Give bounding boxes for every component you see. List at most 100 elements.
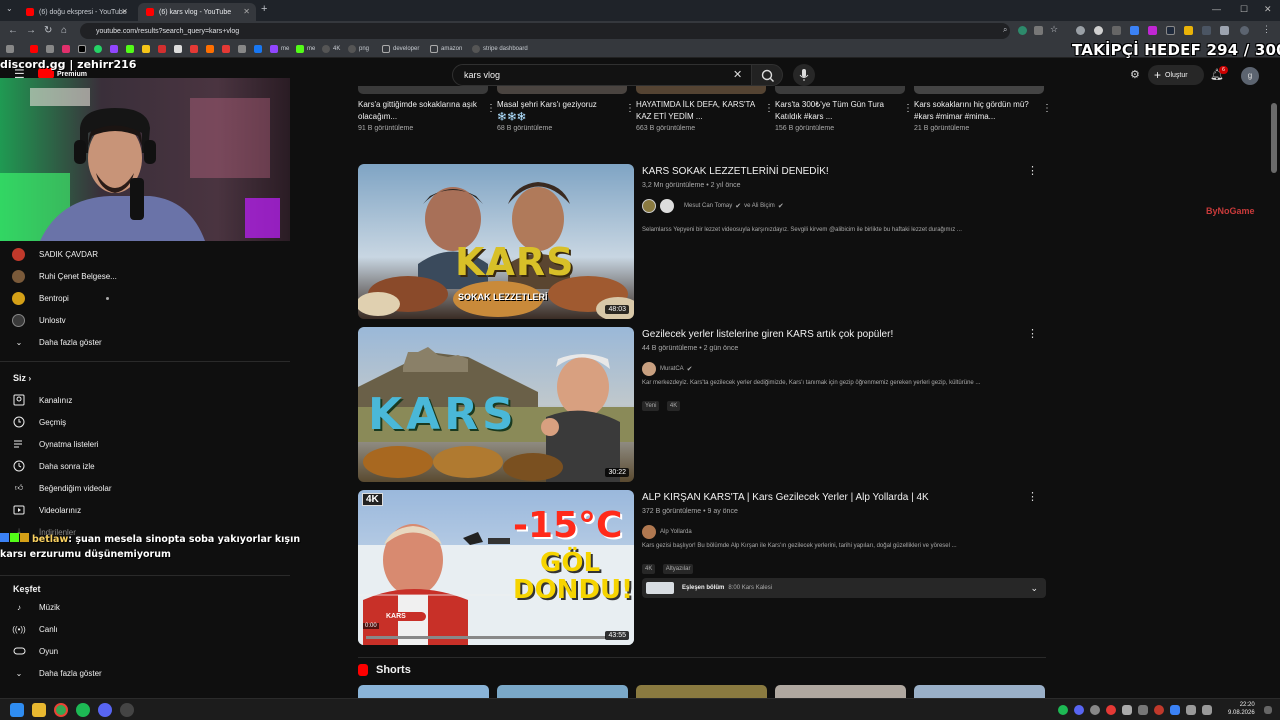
sidebar-item-bentropi[interactable]: Bentropi [12,290,109,306]
maximize-icon[interactable]: ☐ [1240,4,1248,15]
extension-icon[interactable] [1202,26,1211,35]
close-window-icon[interactable]: ✕ [1264,4,1272,15]
tray-icon[interactable] [1090,705,1100,715]
video-thumbnail[interactable]: KARS SOKAK LEZZETLERİ 48:03 [358,164,634,319]
bookmark-icon[interactable] [190,45,201,53]
video-result[interactable]: KARS SOKAK LEZZETLERİ 48:03 KARS SOKAK L… [358,164,1048,319]
video-thumbnail[interactable]: 4K -15°C GÖL DONDU! KARS 0:00 43:55 [358,490,634,645]
bookmark-icon[interactable] [46,45,57,53]
more-options-icon[interactable]: ⋮ [1042,103,1052,114]
thumbnail[interactable] [775,86,905,94]
bookmark-png[interactable]: png [348,45,369,53]
video-title[interactable]: ALP KIRŞAN KARS'TA | Kars Gezilecek Yerl… [642,492,929,503]
extension-icon[interactable] [1148,26,1157,35]
video-result[interactable]: KARS 30:22 Gezilecek yerler listelerine … [358,327,1048,482]
sidebar-item-music[interactable]: ♪ Müzik [12,599,60,615]
more-options-icon[interactable]: ⋮ [1027,327,1038,340]
search-button[interactable] [751,64,783,86]
channel-name[interactable]: Alp Yollarda [660,529,692,535]
video-card-small[interactable]: Masal şehri Kars'ı geziyoruz ❄️❄️❄️ 68 B… [497,99,635,132]
channel-name[interactable]: MuratCA [660,366,684,372]
file-explorer-icon[interactable] [32,703,46,717]
short-thumbnail[interactable] [914,685,1045,698]
bookmark-instagram[interactable] [62,45,73,53]
profile-icon[interactable] [1240,26,1249,35]
tab-kars-vlog[interactable]: (6) kars vlog - YouTube ✕ [138,3,256,21]
sidebar-item-liked-videos[interactable]: 👍︎ Beğendiğim videolar [12,480,112,496]
channel-name[interactable]: Mesut Can Tomay [684,203,732,209]
zoom-icon[interactable]: ⌕ [1003,25,1007,35]
bookmark-whatsapp[interactable] [94,45,105,53]
video-card-small[interactable]: HAYATIMDA İLK DEFA, KARS'TA KAZ ETİ YEDİ… [636,99,774,132]
video-title[interactable]: Kars'a gittiğimde sokaklarına aşık olaca… [358,99,488,123]
extensions-puzzle-icon[interactable] [1220,26,1229,35]
bookmark-amazon[interactable]: amazon [430,45,462,53]
bookmark-youtube[interactable] [30,45,41,53]
channel-avatar[interactable] [642,199,656,213]
video-card-small[interactable]: Kars'a gittiğimde sokaklarına aşık olaca… [358,99,496,132]
bookmark-x[interactable] [78,45,89,53]
video-title[interactable]: KARS SOKAK LEZZETLERİNİ DENEDİK! [642,166,829,177]
more-options-icon[interactable]: ⋮ [764,103,774,114]
tab-search-icon[interactable]: ⌄ [6,4,13,13]
thumbnail[interactable] [497,86,627,94]
apps-grid-icon[interactable] [6,45,17,53]
extension-icon[interactable] [1130,26,1139,35]
short-thumbnail[interactable] [358,685,489,698]
spotify-icon[interactable] [76,703,90,717]
bookmark-4k[interactable]: 4K [322,45,340,53]
sidebar-item-playlists[interactable]: Oynatma listeleri [12,436,99,452]
thumbnail[interactable] [636,86,766,94]
chrome-icon[interactable] [54,703,68,717]
show-more-explore[interactable]: ⌄ Daha fazla göster [12,665,102,681]
video-card-small[interactable]: Kars sokaklarını hiç gördün mü? #kars #m… [914,99,1052,132]
clear-search-icon[interactable]: ✕ [733,68,742,81]
extension-icon[interactable] [1094,26,1103,35]
bookmark-me-2[interactable]: me [296,45,315,53]
bookmark-star-icon[interactable]: ☆ [1050,24,1058,35]
tab-doğu-ekspresi[interactable]: (6) doğu ekspresi - YouTube ✕ [18,3,134,21]
tray-network-icon[interactable] [1186,705,1196,715]
bookmark-kick[interactable] [126,45,137,53]
tray-icon[interactable] [1106,705,1116,715]
more-options-icon[interactable]: ⋮ [625,103,635,114]
thumbnail[interactable] [914,86,1044,94]
settings-icon[interactable] [120,703,134,717]
bookmark-icon[interactable] [142,45,153,53]
thumbnail[interactable] [358,86,488,94]
voice-search-button[interactable] [793,64,815,86]
bookmark-me-1[interactable]: me [270,45,289,53]
show-more-subscriptions[interactable]: ⌄ Daha fazla göster [12,334,102,350]
channel-avatar[interactable] [642,362,656,376]
more-options-icon[interactable]: ⋮ [486,103,496,114]
sidebar-item-gaming[interactable]: Oyun [12,643,58,659]
account-avatar[interactable]: g [1241,67,1259,85]
page-scrollbar-thumb[interactable] [1271,103,1277,173]
video-title[interactable]: Kars'ta 300₺'ye Tüm Gün Tura Katıldık #k… [775,99,905,123]
tray-spotify-icon[interactable] [1058,705,1068,715]
close-tab-icon[interactable]: ✕ [121,7,128,16]
video-title[interactable]: HAYATIMDA İLK DEFA, KARS'TA KAZ ETİ YEDİ… [636,99,766,123]
search-input[interactable]: kars vlog [452,64,752,86]
video-thumbnail[interactable]: KARS 30:22 [358,327,634,482]
video-title[interactable]: Kars sokaklarını hiç gördün mü? #kars #m… [914,99,1044,123]
home-icon[interactable]: ⌂ [61,25,67,36]
playback-progress-bar[interactable] [366,636,606,639]
tray-volume-icon[interactable] [1202,705,1212,715]
browser-menu-icon[interactable]: ⋮ [1262,24,1271,35]
taskbar-clock[interactable]: 22:20 9.08.2026 [1228,701,1255,717]
create-button[interactable]: + Oluştur [1148,65,1204,85]
reload-icon[interactable]: ↻ [44,25,52,36]
bookmark-icon[interactable] [158,45,169,53]
sidebar-item-ruhi-cenet[interactable]: Ruhi Çenet Belgese... [12,268,117,284]
new-tab-icon[interactable]: + [261,3,267,15]
short-thumbnail[interactable] [636,685,767,698]
channel-info[interactable]: MuratCA ✔ [642,362,693,376]
video-title[interactable]: Masal şehri Kars'ı geziyoruz ❄️❄️❄️ [497,99,627,123]
channel-avatar[interactable] [642,525,656,539]
close-tab-icon[interactable]: ✕ [243,7,250,16]
settings-gear-icon[interactable]: ⚙ [1130,68,1140,81]
short-thumbnail[interactable] [497,685,628,698]
sidebar-item-live[interactable]: ((•)) Canlı [12,621,57,637]
tray-discord-icon[interactable] [1074,705,1084,715]
